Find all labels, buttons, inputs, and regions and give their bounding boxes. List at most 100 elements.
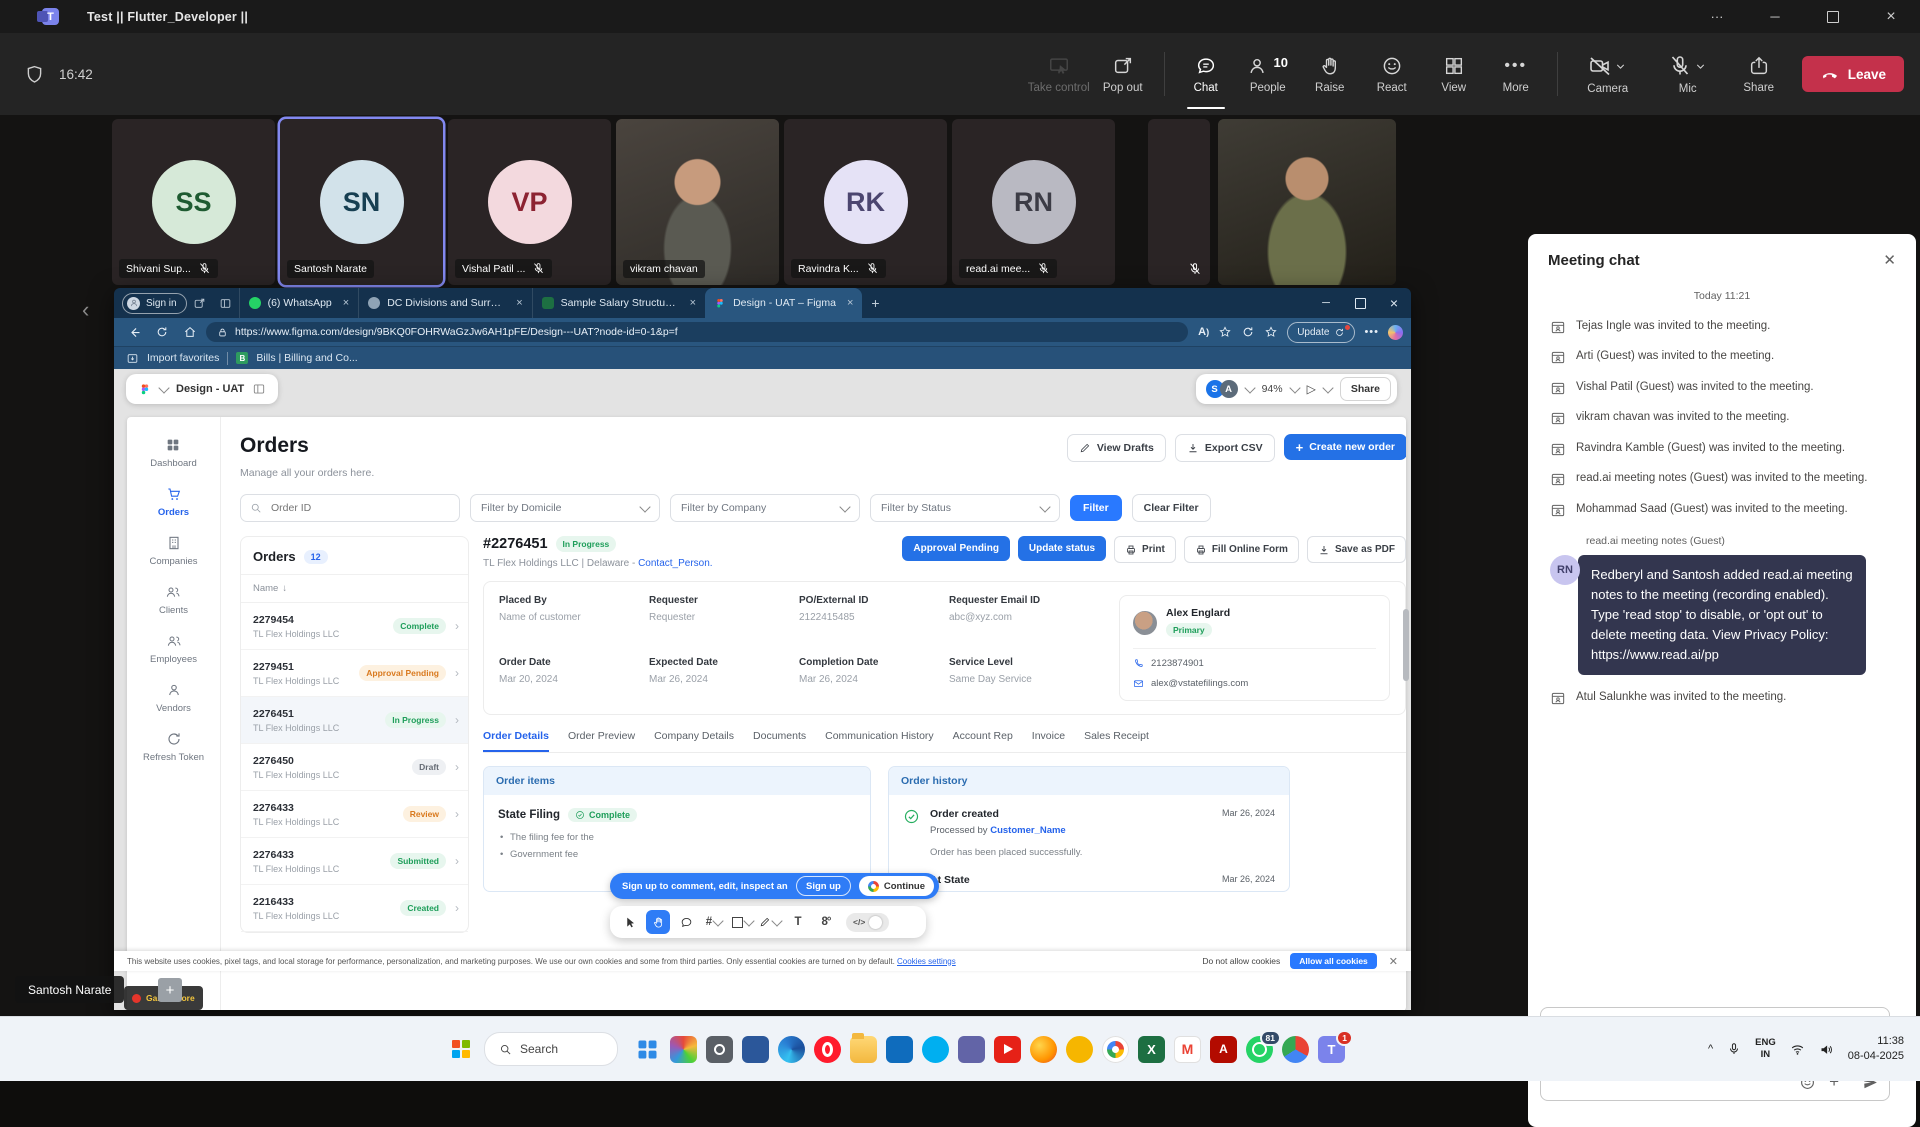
start-button[interactable] <box>634 1036 661 1063</box>
wifi-icon[interactable] <box>1790 1042 1805 1057</box>
chat-button[interactable]: Chat <box>1177 37 1235 111</box>
yellow-app-icon[interactable] <box>1066 1036 1093 1063</box>
participant-tile[interactable]: RN read.ai mee... <box>952 119 1115 285</box>
mic-button[interactable]: Mic <box>1650 37 1726 111</box>
volume-icon[interactable] <box>1819 1042 1834 1057</box>
browser-minimize-icon[interactable]: ─ <box>1309 288 1343 318</box>
participant-tile[interactable]: VP Vishal Patil ... <box>448 119 611 285</box>
name-column-header[interactable]: Name↓ <box>241 575 468 603</box>
layout-icon[interactable] <box>252 382 266 396</box>
cookie-settings-link[interactable]: Cookies settings <box>897 957 956 966</box>
view-button[interactable]: View <box>1425 37 1483 111</box>
comment-tool-icon[interactable] <box>674 910 698 934</box>
taskbar-clock[interactable]: 11:3808-04-2025 <box>1848 1034 1904 1065</box>
tab-close-icon[interactable]: × <box>847 297 853 309</box>
sidebar-item-clients[interactable]: Clients <box>159 584 188 616</box>
window-menu-icon[interactable]: ··· <box>1688 0 1746 33</box>
react-button[interactable]: React <box>1363 37 1421 111</box>
allow-cookies-button[interactable]: Allow all cookies <box>1290 953 1377 969</box>
language-indicator[interactable]: ENGIN <box>1755 1037 1776 1061</box>
widgets-icon[interactable] <box>452 1040 470 1058</box>
figma-logo-icon[interactable] <box>138 382 152 396</box>
frame-tool-icon[interactable]: # <box>702 910 726 934</box>
favorites-bar-icon[interactable] <box>1264 325 1278 339</box>
tab-account-rep[interactable]: Account Rep <box>953 730 1013 752</box>
order-row-selected[interactable]: 2276451TL Flex Holdings LLC In Progress … <box>241 697 468 744</box>
filter-button[interactable]: Filter <box>1070 495 1122 521</box>
teams-icon[interactable]: 1 <box>1318 1036 1345 1063</box>
copilot-icon[interactable] <box>1388 325 1403 340</box>
sidebar-item-companies[interactable]: Companies <box>149 535 197 567</box>
word-icon[interactable] <box>742 1036 769 1063</box>
back-icon[interactable] <box>122 321 146 343</box>
tab-documents[interactable]: Documents <box>753 730 806 752</box>
chrome-icon[interactable] <box>1282 1036 1309 1063</box>
more-button[interactable]: ••• More <box>1487 37 1545 111</box>
tab-communication-history[interactable]: Communication History <box>825 730 934 752</box>
pop-out-button[interactable]: Pop out <box>1094 37 1152 111</box>
figma-share-button[interactable]: Share <box>1340 377 1391 401</box>
google-icon[interactable] <box>1102 1036 1129 1063</box>
whatsapp-icon[interactable]: 81 <box>1246 1036 1273 1063</box>
new-tab-icon[interactable]: + <box>862 288 888 318</box>
gmail-icon[interactable] <box>1174 1036 1201 1063</box>
bills-bookmark-link[interactable]: Bills | Billing and Co... <box>256 352 357 364</box>
participant-tile-spotlight[interactable] <box>1218 119 1396 285</box>
skype-icon[interactable] <box>922 1036 949 1063</box>
firefox-icon[interactable] <box>1030 1036 1057 1063</box>
hidden-icons-chevron[interactable]: ^ <box>1708 1043 1713 1055</box>
share-expand-button[interactable]: + <box>158 978 182 1002</box>
photos-icon[interactable] <box>670 1036 697 1063</box>
filter-domicile-dropdown[interactable]: Filter by Domicile <box>470 494 660 522</box>
tab-order-details[interactable]: Order Details <box>483 730 549 752</box>
sidebar-item-dashboard[interactable]: Dashboard <box>150 437 196 469</box>
order-row[interactable]: 2276433TL Flex Holdings LLC Submitted › <box>241 838 468 885</box>
workspaces-icon[interactable] <box>187 288 213 318</box>
cookie-close-icon[interactable]: ✕ <box>1389 955 1398 968</box>
sidebar-item-refresh-token[interactable]: Refresh Token <box>143 731 204 763</box>
taskbar-search[interactable]: Search <box>484 1032 618 1066</box>
order-row[interactable]: 2279454TL Flex Holdings LLC Complete › <box>241 603 468 650</box>
filter-company-dropdown[interactable]: Filter by Company <box>670 494 860 522</box>
present-chevron-icon[interactable] <box>1322 382 1333 393</box>
order-id-input[interactable] <box>269 501 413 515</box>
camera-button[interactable]: Camera <box>1570 37 1646 111</box>
tab-invoice[interactable]: Invoice <box>1032 730 1065 752</box>
move-tool-icon[interactable] <box>618 910 642 934</box>
figma-menu-chevron-icon[interactable] <box>158 382 169 393</box>
order-row[interactable]: 2279451TL Flex Holdings LLC Approval Pen… <box>241 650 468 697</box>
order-row[interactable]: 2276433TL Flex Holdings LLC Review › <box>241 791 468 838</box>
people-button[interactable]: 10 People <box>1239 37 1297 111</box>
hand-tool-icon[interactable] <box>646 910 670 934</box>
save-as-pdf-button[interactable]: Save as PDF <box>1307 536 1406 563</box>
zoom-level[interactable]: 94% <box>1262 383 1283 395</box>
collaborators-chevron-icon[interactable] <box>1244 382 1255 393</box>
contact-phone[interactable]: 2123874901 <box>1151 658 1204 669</box>
fill-online-form-button[interactable]: Fill Online Form <box>1184 536 1299 563</box>
clear-filter-button[interactable]: Clear Filter <box>1132 494 1211 522</box>
browser-tab-figma-active[interactable]: Design - UAT – Figma× <box>705 288 862 318</box>
zoom-chevron-icon[interactable] <box>1289 382 1300 393</box>
vertical-tabs-icon[interactable] <box>213 288 239 318</box>
outlook-icon[interactable] <box>886 1036 913 1063</box>
participant-tile[interactable]: RK Ravindra K... <box>784 119 947 285</box>
participant-tile[interactable]: vikram chavan <box>616 119 779 285</box>
tab-close-icon[interactable]: × <box>516 297 522 309</box>
chat-close-icon[interactable]: ✕ <box>1883 251 1896 269</box>
favorite-star-icon[interactable] <box>1218 325 1232 339</box>
minimize-icon[interactable]: ─ <box>1746 0 1804 33</box>
view-drafts-button[interactable]: View Drafts <box>1067 434 1166 462</box>
figma-doc-title[interactable]: Design - UAT <box>176 383 244 395</box>
edge-icon[interactable] <box>778 1036 805 1063</box>
teams-classic-icon[interactable] <box>958 1036 985 1063</box>
leave-button[interactable]: Leave <box>1802 56 1904 92</box>
export-csv-button[interactable]: Export CSV <box>1175 434 1275 462</box>
browser-essentials-icon[interactable] <box>1241 325 1255 339</box>
import-favorites-link[interactable]: Import favorites <box>147 352 219 364</box>
participant-tile[interactable]: SS Shivani Sup... <box>112 119 275 285</box>
approval-pending-button[interactable]: Approval Pending <box>902 536 1010 561</box>
home-icon[interactable] <box>178 321 202 343</box>
shape-tool-icon[interactable] <box>730 910 754 934</box>
participant-tile-partial[interactable] <box>1148 119 1210 285</box>
page-scrollbar[interactable] <box>1403 609 1409 681</box>
